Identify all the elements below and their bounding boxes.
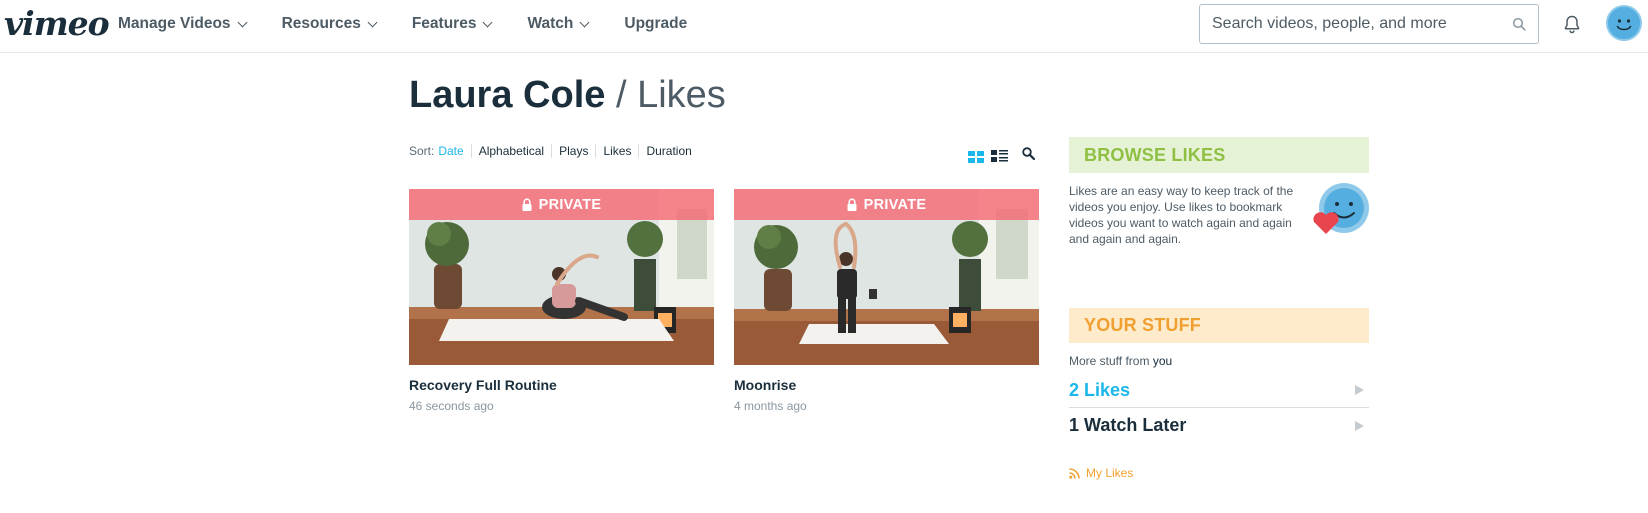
private-badge: PRIVATE bbox=[409, 189, 714, 220]
browse-likes-heading: BROWSE LIKES bbox=[1069, 137, 1369, 173]
my-likes-rss-link[interactable]: My Likes bbox=[1069, 466, 1369, 480]
owner-link[interactable]: Laura Cole bbox=[409, 74, 605, 116]
more-stuff-text: More stuff from you bbox=[1069, 354, 1369, 368]
top-navigation-bar: vimeo Manage Videos Resources Features W… bbox=[0, 0, 1648, 53]
sort-bar: Sort: Date Alphabetical Plays Likes Dura… bbox=[409, 144, 699, 158]
browse-likes-description: Likes are an easy way to keep track of t… bbox=[1069, 184, 1294, 246]
chevron-down-icon bbox=[483, 17, 493, 27]
video-thumbnail[interactable]: PRIVATE bbox=[734, 189, 1039, 365]
rss-icon bbox=[1069, 467, 1080, 479]
nav-watch[interactable]: Watch bbox=[527, 15, 590, 33]
chevron-down-icon bbox=[579, 17, 590, 27]
chevron-down-icon bbox=[237, 17, 248, 27]
search-box bbox=[1199, 4, 1539, 44]
sort-alphabetical[interactable]: Alphabetical bbox=[470, 144, 551, 158]
video-thumbnail[interactable]: PRIVATE bbox=[409, 189, 714, 365]
page-title: Laura Cole / Likes bbox=[409, 74, 726, 117]
play-arrow-icon bbox=[1355, 420, 1364, 431]
nav-resources[interactable]: Resources bbox=[281, 15, 378, 33]
video-title[interactable]: Moonrise bbox=[734, 377, 1039, 393]
list-view-icon[interactable] bbox=[991, 150, 1008, 163]
private-label: PRIVATE bbox=[863, 196, 927, 213]
my-likes-label: My Likes bbox=[1086, 466, 1134, 480]
nav-features-label: Features bbox=[411, 15, 477, 32]
section-name: Likes bbox=[637, 74, 726, 116]
bell-icon[interactable] bbox=[1562, 14, 1582, 34]
play-arrow-icon bbox=[1355, 385, 1364, 395]
private-badge: PRIVATE bbox=[734, 189, 1039, 220]
nav-watch-label: Watch bbox=[527, 15, 574, 32]
search-icon[interactable] bbox=[1512, 17, 1526, 31]
sort-date[interactable]: Date bbox=[434, 144, 470, 158]
view-toggles bbox=[968, 147, 1035, 163]
video-timestamp: 4 months ago bbox=[734, 399, 807, 413]
title-separator: / bbox=[605, 74, 638, 116]
smiley-heart-icon bbox=[1313, 183, 1369, 234]
sort-duration[interactable]: Duration bbox=[638, 144, 698, 158]
video-title[interactable]: Recovery Full Routine bbox=[409, 377, 714, 393]
watch-later-link[interactable]: 1 Watch Later bbox=[1069, 408, 1369, 443]
avatar-icon bbox=[1608, 7, 1640, 39]
video-card: PRIVATE Recovery Full Routine 46 seconds… bbox=[409, 189, 714, 413]
grid-view-icon[interactable] bbox=[968, 150, 984, 163]
lock-icon bbox=[522, 198, 532, 211]
nav-manage-videos-label: Manage Videos bbox=[118, 15, 231, 32]
nav-upgrade-label: Upgrade bbox=[624, 15, 688, 32]
nav-manage-videos[interactable]: Manage Videos bbox=[118, 15, 248, 33]
sort-likes[interactable]: Likes bbox=[595, 144, 638, 158]
main-nav: Manage Videos Resources Features Watch U… bbox=[118, 0, 723, 48]
video-card: PRIVATE Moonrise 4 months ago bbox=[734, 189, 1039, 413]
search-input[interactable] bbox=[1212, 15, 1502, 33]
video-timestamp: 46 seconds ago bbox=[409, 399, 494, 413]
watch-later-label: 1 Watch Later bbox=[1069, 415, 1187, 435]
you-link[interactable]: you bbox=[1153, 354, 1172, 368]
magnifier-icon[interactable] bbox=[1022, 147, 1035, 160]
private-label: PRIVATE bbox=[538, 196, 602, 213]
nav-features[interactable]: Features bbox=[411, 15, 493, 33]
nav-upgrade[interactable]: Upgrade bbox=[624, 15, 687, 33]
lock-icon bbox=[847, 198, 857, 211]
avatar[interactable] bbox=[1606, 5, 1642, 41]
your-stuff-heading: YOUR STUFF bbox=[1069, 308, 1369, 343]
likes-count-link[interactable]: 2 Likes bbox=[1069, 373, 1369, 408]
likes-count-label: 2 Likes bbox=[1069, 379, 1131, 400]
chevron-down-icon bbox=[367, 17, 378, 27]
vimeo-logo[interactable]: vimeo bbox=[4, 4, 110, 43]
sort-plays[interactable]: Plays bbox=[551, 144, 595, 158]
more-stuff-prefix: More stuff from bbox=[1069, 354, 1153, 368]
nav-resources-label: Resources bbox=[281, 15, 361, 32]
sort-label: Sort: bbox=[409, 144, 435, 158]
